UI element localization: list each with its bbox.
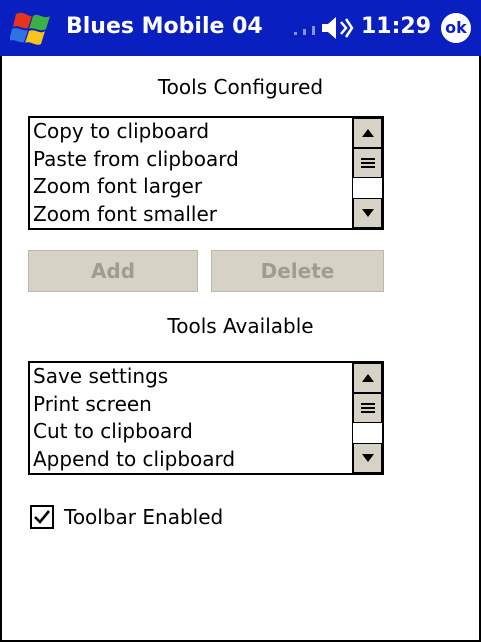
- scroll-down-button[interactable]: [353, 443, 382, 473]
- list-item[interactable]: Paste from clipboard: [30, 146, 352, 174]
- signal-icon: [294, 26, 315, 35]
- list-item[interactable]: Copy to clipboard: [30, 118, 352, 146]
- scroll-up-button[interactable]: [353, 363, 382, 393]
- tools-configured-scrollbar[interactable]: [352, 118, 382, 228]
- list-item[interactable]: Zoom font larger: [30, 173, 352, 201]
- list-item[interactable]: Save settings: [30, 363, 352, 391]
- scroll-thumb[interactable]: [353, 393, 382, 423]
- scroll-down-button[interactable]: [353, 198, 382, 228]
- windows-flag-icon[interactable]: [10, 8, 54, 48]
- scroll-thumb[interactable]: [353, 148, 382, 178]
- checkmark-icon: [34, 510, 51, 524]
- arrow-down-icon: [361, 454, 374, 462]
- delete-button[interactable]: Delete: [211, 250, 384, 292]
- tools-available-list[interactable]: Save settings Print screen Cut to clipboar…: [28, 361, 384, 475]
- grip-icon: [360, 403, 375, 413]
- add-button[interactable]: Add: [28, 250, 198, 292]
- clock[interactable]: 11:29: [361, 12, 431, 42]
- tools-configured-items: Copy to clipboard Paste from clipboard Zoo…: [30, 118, 352, 228]
- list-item[interactable]: Append to clipboard: [30, 446, 352, 474]
- grip-icon: [360, 158, 375, 168]
- list-item[interactable]: Print screen: [30, 391, 352, 419]
- tools-available-scrollbar[interactable]: [352, 363, 382, 473]
- tools-available-items: Save settings Print screen Cut to clipboar…: [30, 363, 352, 473]
- list-item[interactable]: Zoom font smaller: [30, 201, 352, 229]
- list-item[interactable]: Cut to clipboard: [30, 418, 352, 446]
- scroll-up-button[interactable]: [353, 118, 382, 148]
- tools-configured-list[interactable]: Copy to clipboard Paste from clipboard Zoo…: [28, 116, 384, 230]
- toolbar-enabled-label: Toolbar Enabled: [64, 505, 224, 529]
- arrow-up-icon: [361, 129, 374, 137]
- speaker-icon[interactable]: [320, 14, 354, 42]
- toolbar-enabled-row[interactable]: Toolbar Enabled: [30, 502, 223, 532]
- tools-configured-label: Tools Configured: [157, 75, 324, 99]
- title-bar: Blues Mobile 04 11:29 ok: [0, 0, 481, 56]
- toolbar-enabled-checkbox[interactable]: [30, 505, 54, 529]
- tools-available-label: Tools Available: [167, 314, 314, 338]
- arrow-up-icon: [361, 374, 374, 382]
- arrow-down-icon: [361, 209, 374, 217]
- ok-button[interactable]: ok: [441, 13, 471, 43]
- app-title: Blues Mobile 04: [66, 14, 263, 39]
